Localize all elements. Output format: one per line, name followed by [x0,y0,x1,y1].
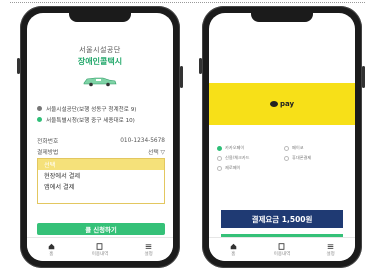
volume-button [199,58,202,74]
payment-options: 카카오페이 페이코 신용/체크카드 휴대폰결제 제로페이 [217,143,351,173]
option-payco-label: 페이코 [292,145,304,150]
destination-pin-icon [37,117,42,122]
radio-icon [217,155,222,161]
option-app-payment[interactable]: 앱에서 결제 [38,181,164,192]
radio-icon [284,145,289,151]
tab-home[interactable]: 홈 [37,243,65,257]
radio-icon [217,165,222,171]
top-divider [10,2,365,3]
departure-address[interactable]: 서울시설공단(보행 성동구 청계천로 9) [37,103,167,114]
tab-history-label: 이용내역 [273,251,291,257]
fare-amount-button[interactable]: 결제요금 1,500원 [221,210,343,228]
tab-home[interactable]: 홈 [219,243,247,257]
call-request-button[interactable]: 콜 신청하기 [37,223,165,235]
phone-notch [251,12,313,22]
bottom-tab-bar: 홈 이용내역 설정 [209,237,355,261]
tab-settings-label: 설정 [144,251,153,257]
menu-icon [327,243,334,249]
tab-history[interactable]: 이용내역 [268,242,296,257]
bottom-tab-bar: 홈 이용내역 설정 [27,237,173,261]
option-select[interactable]: 선택 [38,159,164,170]
phone-row: 전화번호 010-1234-5678 [37,135,165,146]
history-icon [97,242,103,250]
option-zero-pay-label: 제로페이 [225,165,241,170]
option-phone-payment-label: 휴대폰결제 [292,155,312,160]
phone-left: 서울시설공단 장애인콜택시 서울시설공단(보행 성동구 청계천로 9) 서울특별… [17,6,183,268]
departure-pin-icon [37,106,42,111]
destination-address-text: 서울특별시청(보행 중구 세종대로 10) [46,117,135,124]
address-list: 서울시설공단(보행 성동구 청계천로 9) 서울특별시청(보행 중구 세종대로 … [37,103,167,125]
call-request-screen: 서울시설공단 장애인콜택시 서울시설공단(보행 성동구 청계천로 9) 서울특별… [27,13,173,261]
payment-method-row[interactable]: 결제방법 선택 ▽ [37,146,165,157]
option-payco[interactable]: 페이코 [284,145,351,151]
power-button [362,66,365,88]
taxi-car-icon [83,77,117,87]
departure-address-text: 서울시설공단(보행 성동구 청계천로 9) [46,106,137,113]
pay-brand-text: pay [279,100,295,108]
payment-options-row-3: 제로페이 [217,163,351,173]
tab-settings-label: 설정 [326,251,335,257]
home-icon [230,243,237,249]
brand-service: 장애인콜택시 [77,57,123,66]
payment-method-label: 결제방법 [37,150,59,156]
brand-org: 서울시설공단 [79,46,121,54]
payment-options-row-2: 신용/체크카드 휴대폰결제 [217,153,351,163]
option-onsite-payment[interactable]: 현장에서 결제 [38,170,164,181]
destination-address[interactable]: 서울특별시청(보행 중구 세종대로 10) [37,114,167,125]
option-card[interactable]: 신용/체크카드 [217,155,284,161]
home-icon [48,243,55,249]
payment-method-dropdown[interactable]: 선택 ▽ [148,147,165,156]
tab-home-label: 홈 [49,251,54,257]
phone-value[interactable]: 010-1234-5678 [120,138,165,144]
option-kakao-pay[interactable]: 카카오페이 [217,145,284,151]
payment-method-options: 선택 현장에서 결제 앱에서 결제 [37,158,165,204]
option-phone-payment[interactable]: 휴대폰결제 [284,155,351,161]
history-icon [279,242,285,250]
payment-screen: pay 카카오페이 페이코 신용/체크카드 휴대폰결제 제로페이 결제요금 1,… [209,13,355,261]
tab-history[interactable]: 이용내역 [86,242,114,257]
tab-home-label: 홈 [231,251,236,257]
power-button [180,66,183,88]
option-kakao-pay-label: 카카오페이 [225,145,245,150]
kakao-bubble-icon [269,101,278,107]
tab-history-label: 이용내역 [91,251,109,257]
menu-icon [145,243,152,249]
kakao-pay-banner: pay [209,83,355,125]
phone-right: pay 카카오페이 페이코 신용/체크카드 휴대폰결제 제로페이 결제요금 1,… [199,6,365,268]
payment-options-row-1: 카카오페이 페이코 [217,143,351,153]
tab-settings[interactable]: 설정 [135,243,163,257]
radio-checked-icon [217,145,222,151]
tab-settings[interactable]: 설정 [317,243,345,257]
option-card-label: 신용/체크카드 [225,155,250,160]
phone-notch [69,12,131,22]
option-zero-pay[interactable]: 제로페이 [217,165,284,171]
call-info: 전화번호 010-1234-5678 결제방법 선택 ▽ [37,135,165,157]
phone-label: 전화번호 [37,139,59,145]
brand-header: 서울시설공단 장애인콜택시 [27,45,173,67]
radio-icon [284,155,289,161]
volume-button [17,58,20,74]
